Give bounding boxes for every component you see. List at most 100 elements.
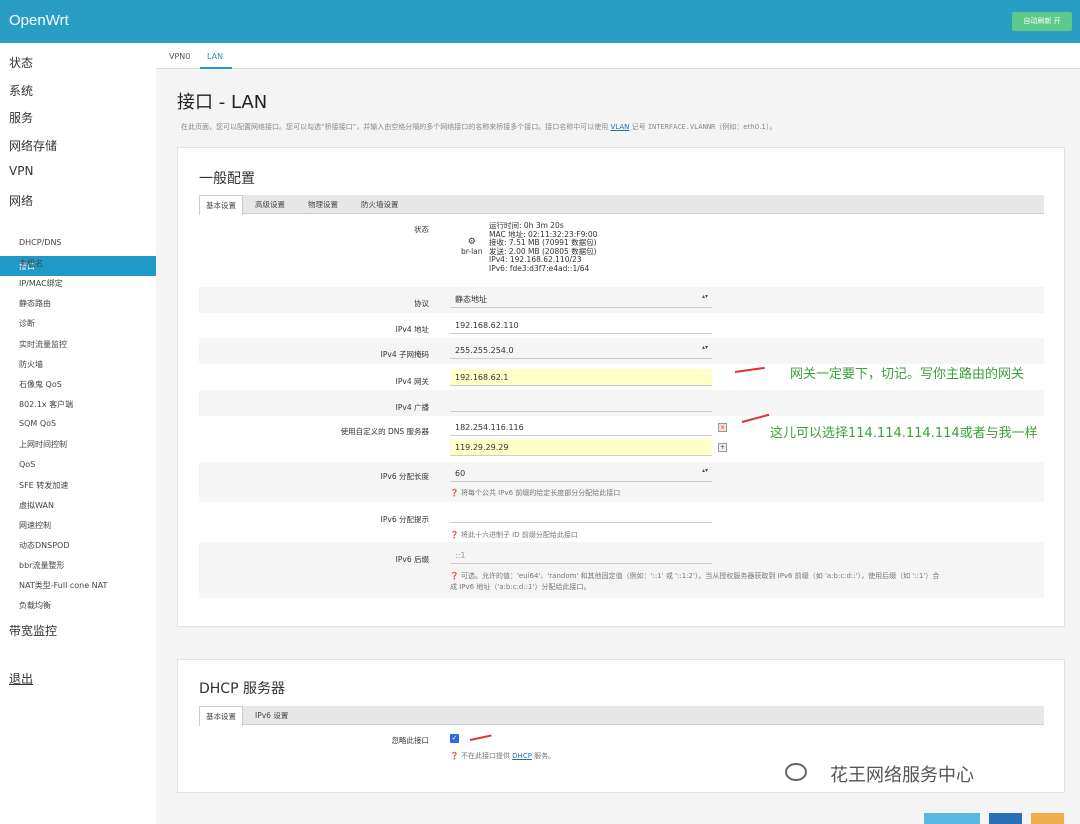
tab-physical[interactable]: 物理设置 — [302, 195, 344, 214]
sidebar-item-hostnames[interactable]: 主机名 — [19, 258, 43, 269]
ignore-label: 忽略此接口 — [391, 736, 430, 745]
bridge-name: br-lan — [461, 247, 483, 256]
broadcast-input[interactable] — [450, 395, 712, 412]
sidebar-item-speed-control[interactable]: 网速控制 — [19, 520, 51, 531]
ipv6-len-hint: ❓ 将每个公共 IPv6 前缀的给定长度部分分配给此接口 — [450, 489, 621, 497]
bridge-status: ⚙ br-lan — [461, 237, 483, 256]
sidebar-item-vpn[interactable]: VPN — [9, 164, 33, 178]
sidebar-item-status[interactable]: 状态 — [9, 54, 33, 71]
sidebar-item-system[interactable]: 系统 — [9, 82, 33, 99]
ignore-row: 忽略此接口 ✓ ❓ 不在此接口提供 DHCP 服务。 — [199, 726, 1044, 766]
sidebar-item-gargoyle-qos[interactable]: 石像鬼 QoS — [19, 379, 62, 390]
watermark: 花王网络服务中心 — [830, 765, 974, 786]
general-tab-bar: 基本设置 高级设置 物理设置 防火墙设置 — [199, 195, 1044, 215]
sidebar-item-dnspod[interactable]: 动态DNSPOD — [19, 540, 70, 551]
status-label: 状态 — [414, 225, 429, 234]
sidebar-item-sfe[interactable]: SFE 转发加速 — [19, 480, 68, 491]
ipv6-len-row: IPv6 分配长度 60 ❓ 将每个公共 IPv6 前缀的给定长度部分分配给此接… — [199, 462, 1044, 502]
sidebar-item-network[interactable]: 网络 — [9, 192, 33, 209]
protocol-label: 协议 — [414, 299, 429, 308]
tab-advanced[interactable]: 高级设置 — [249, 195, 291, 214]
page-description: 在此页面，您可以配置网络接口。您可以勾选“桥接接口”，并输入由空格分隔的多个网络… — [181, 123, 777, 131]
sidebar-item-8021x[interactable]: 802.1x 客户端 — [19, 399, 73, 410]
brand-logo[interactable]: OpenWrt — [9, 12, 69, 29]
sidebar: 状态 系统 服务 网络存储 VPN 网络 接口 DHCP/DNS 主机名 IP/… — [0, 43, 156, 824]
sidebar-item-time-control[interactable]: 上网时间控制 — [19, 439, 67, 450]
sidebar-item-vwan[interactable]: 虚拟WAN — [19, 500, 54, 511]
tab-firewall[interactable]: 防火墙设置 — [355, 195, 405, 214]
vlan-link[interactable]: VLAN — [610, 123, 629, 131]
sidebar-item-bbr[interactable]: bbr流量整形 — [19, 560, 64, 571]
ipv6-suffix-hint-1: ❓ 可选。允许的值：'eui64'、'random' 和其他固定值（例如：'::… — [450, 572, 940, 580]
netmask-row: IPv4 子网掩码 255.255.254.0 — [199, 338, 1044, 364]
ignore-checkbox[interactable]: ✓ — [450, 734, 459, 743]
ipv4-addr-label: IPv4 地址 — [395, 325, 429, 334]
sidebar-item-services[interactable]: 服务 — [9, 109, 33, 126]
protocol-row: 协议 静态地址 — [199, 287, 1044, 313]
ipv6-suffix-input[interactable]: ::1 — [450, 547, 712, 564]
section-title: 一般配置 — [199, 171, 255, 187]
netmask-select[interactable]: 255.255.254.0 — [450, 342, 712, 359]
sidebar-item-dhcp-dns[interactable]: DHCP/DNS — [19, 238, 62, 247]
dns-input-2[interactable]: 119.29.29.29 — [450, 439, 712, 456]
status-details: 运行时间: 0h 3m 20s MAC 地址: 02:11:32:23:F9:0… — [489, 221, 597, 274]
save-apply-button[interactable] — [924, 813, 980, 824]
ipv6-suffix-label: IPv6 后缀 — [395, 555, 429, 564]
tab-basic[interactable]: 基本设置 — [199, 195, 243, 215]
dns-input-1[interactable]: 182.254.116.116 — [450, 419, 712, 436]
ignore-hint: ❓ 不在此接口提供 DHCP 服务。 — [450, 752, 556, 760]
sidebar-item-nas[interactable]: 网络存储 — [9, 137, 57, 154]
tab-dhcp-basic[interactable]: 基本设置 — [199, 706, 243, 726]
netmask-label: IPv4 子网掩码 — [380, 350, 429, 359]
reset-button[interactable] — [1031, 813, 1064, 824]
sidebar-item-logout[interactable]: 退出 — [9, 670, 33, 687]
ipv4-addr-input[interactable]: 192.168.62.110 — [450, 317, 712, 334]
ipv6-suffix-hint-2: 成 IPv6 地址（'a:b:c:d::1'）分配给此接口。 — [450, 583, 591, 591]
gateway-input[interactable]: 192.168.62.1 — [450, 369, 712, 386]
ipv6-hint-hint: ❓ 将此十六进制子 ID 前缀分配给此接口 — [450, 531, 578, 539]
dhcp-title: DHCP 服务器 — [199, 681, 285, 697]
ipv6-hint-label: IPv6 分配提示 — [380, 515, 429, 524]
tab-dhcp-ipv6[interactable]: IPv6 设置 — [249, 706, 294, 725]
sidebar-item-qos[interactable]: QoS — [19, 460, 35, 469]
general-config-panel: 一般配置 基本设置 高级设置 物理设置 防火墙设置 状态 ⚙ br-lan 运行… — [177, 147, 1065, 627]
sidebar-item-ip-mac[interactable]: IP/MAC绑定 — [19, 278, 63, 289]
sidebar-item-realtime[interactable]: 实时流量监控 — [19, 339, 67, 350]
annotation-dns: 这儿可以选择114.114.114.114或者与我一样 — [770, 426, 1038, 441]
ipv6-len-select[interactable]: 60 — [450, 465, 712, 482]
ipv6-len-label: IPv6 分配长度 — [380, 472, 429, 481]
sidebar-item-bandwidth[interactable]: 带宽监控 — [9, 622, 57, 639]
save-button[interactable] — [989, 813, 1022, 824]
dhcp-link[interactable]: DHCP — [512, 752, 532, 760]
auto-refresh-button[interactable]: 自动刷新 开 — [1012, 12, 1072, 31]
remove-dns-icon[interactable]: × — [718, 423, 727, 432]
sidebar-item-static-routes[interactable]: 静态路由 — [19, 298, 51, 309]
tab-active-indicator — [200, 67, 232, 69]
sidebar-item-firewall[interactable]: 防火墙 — [19, 359, 43, 370]
top-bar: OpenWrt 自动刷新 开 — [0, 0, 1080, 43]
gateway-label: IPv4 网关 — [395, 377, 429, 386]
sidebar-item-loadbalance[interactable]: 负载均衡 — [19, 600, 51, 611]
annotation-gateway: 网关一定要下，切记。写你主路由的网关 — [790, 367, 1025, 382]
interface-tab-bar: VPN0 LAN — [156, 43, 1080, 69]
broadcast-label: IPv4 广播 — [395, 403, 429, 412]
ipv6-hint-row: IPv6 分配提示 ❓ 将此十六进制子 ID 前缀分配给此接口 — [199, 502, 1044, 542]
broadcast-row: IPv4 广播 — [199, 390, 1044, 416]
ipv4-addr-row: IPv4 地址 192.168.62.110 — [199, 313, 1044, 338]
ipv6-hint-input[interactable] — [450, 506, 712, 523]
tab-lan[interactable]: LAN — [207, 52, 223, 61]
sidebar-item-sqm[interactable]: SQM QoS — [19, 419, 56, 428]
tab-vpn0[interactable]: VPN0 — [169, 52, 190, 61]
bridge-icon: ⚙ — [467, 237, 476, 247]
sidebar-item-diagnostics[interactable]: 诊断 — [19, 318, 35, 329]
add-dns-icon[interactable]: + — [718, 443, 727, 452]
protocol-select[interactable]: 静态地址 — [450, 291, 712, 308]
wechat-icon — [785, 763, 807, 781]
sidebar-item-nat[interactable]: NAT类型-Full cone NAT — [19, 580, 107, 591]
ipv6-suffix-row: IPv6 后缀 ::1 ❓ 可选。允许的值：'eui64'、'random' 和… — [199, 542, 1044, 598]
dhcp-tab-bar: 基本设置 IPv6 设置 — [199, 706, 1044, 726]
dns-label: 使用自定义的 DNS 服务器 — [340, 427, 429, 436]
status-row: 状态 ⚙ br-lan 运行时间: 0h 3m 20s MAC 地址: 02:1… — [199, 215, 1044, 287]
status-ipv6: IPv6: fde3:d3f7:e4ad::1/64 — [489, 263, 590, 273]
page-title: 接口 - LAN — [177, 92, 268, 113]
